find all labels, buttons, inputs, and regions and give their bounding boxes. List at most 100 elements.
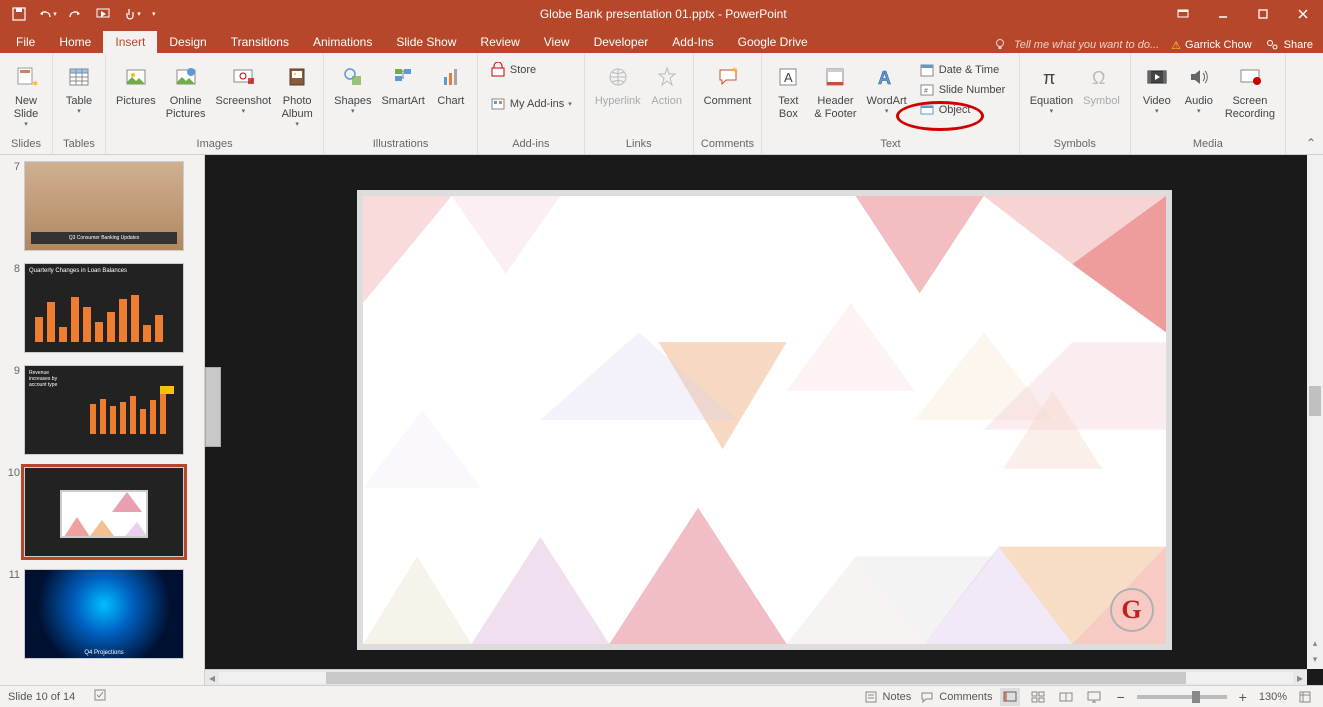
spellcheck-icon[interactable]	[93, 687, 109, 706]
slide-number-button[interactable]: #Slide Number	[915, 81, 1011, 99]
tab-file[interactable]: File	[4, 31, 47, 53]
tab-slideshow[interactable]: Slide Show	[384, 31, 468, 53]
slideshow-view-icon[interactable]	[1084, 688, 1104, 706]
online-pictures-button[interactable]: Online Pictures	[162, 59, 210, 123]
warning-icon: ⚠	[1171, 39, 1181, 52]
tab-view[interactable]: View	[532, 31, 582, 53]
tell-me-placeholder: Tell me what you want to do...	[1014, 39, 1159, 51]
maximize-icon[interactable]	[1243, 0, 1283, 28]
table-button[interactable]: Table▾	[59, 59, 99, 119]
workspace: 7 Q3 Consumer Banking Updates 8 Quarterl…	[0, 155, 1323, 685]
table-icon	[63, 61, 95, 93]
wordart-button[interactable]: AWordArt▾	[863, 59, 911, 119]
zoom-in-button[interactable]: +	[1235, 689, 1251, 705]
tab-review[interactable]: Review	[468, 31, 531, 53]
thumb-vscrollbar[interactable]	[205, 367, 221, 447]
notes-button[interactable]: Notes	[863, 689, 912, 705]
thumbnail-11[interactable]: Q4 Projections	[24, 569, 184, 659]
redo-icon[interactable]	[64, 3, 86, 25]
screenshot-button[interactable]: Screenshot▾	[212, 59, 276, 119]
comment-icon: ✶	[712, 61, 744, 93]
store-icon	[490, 62, 506, 78]
qat-customize-icon[interactable]: ▾	[148, 10, 156, 18]
slide-canvas[interactable]: G ▴▾ ◂▸	[205, 155, 1323, 685]
chart-icon	[435, 61, 467, 93]
close-icon[interactable]	[1283, 0, 1323, 28]
slide-logo: G	[1110, 588, 1154, 632]
statusbar: Slide 10 of 14 Notes Comments − + 130%	[0, 685, 1323, 707]
chart-button[interactable]: Chart	[431, 59, 471, 110]
tab-design[interactable]: Design	[157, 31, 218, 53]
slide-thumbnails[interactable]: 7 Q3 Consumer Banking Updates 8 Quarterl…	[0, 155, 205, 685]
smartart-button[interactable]: SmartArt	[377, 59, 428, 110]
comments-button[interactable]: Comments	[919, 689, 992, 705]
audio-button[interactable]: Audio▾	[1179, 59, 1219, 119]
screen-recording-button[interactable]: Screen Recording	[1221, 59, 1279, 123]
zoom-slider[interactable]	[1137, 695, 1227, 699]
group-illustrations: Shapes▾ SmartArt Chart Illustrations	[324, 53, 478, 154]
tab-developer[interactable]: Developer	[582, 31, 661, 53]
thumbnail-7[interactable]: Q3 Consumer Banking Updates	[24, 161, 184, 251]
slide-number-icon: #	[919, 82, 935, 98]
tab-googledrive[interactable]: Google Drive	[726, 31, 820, 53]
new-slide-button[interactable]: ✶ New Slide▾	[6, 59, 46, 132]
new-slide-icon: ✶	[10, 61, 42, 93]
user-signin[interactable]: ⚠ Garrick Chow	[1171, 39, 1252, 52]
touch-mode-icon[interactable]: ▾	[120, 3, 142, 25]
my-addins-button[interactable]: My Add-ins ▾	[486, 95, 576, 113]
audio-icon	[1183, 61, 1215, 93]
photo-album-button[interactable]: Photo Album▾	[277, 59, 317, 132]
minimize-icon[interactable]	[1203, 0, 1243, 28]
svg-text:A: A	[784, 70, 793, 85]
group-images: Pictures Online Pictures Screenshot▾ Pho…	[106, 53, 324, 154]
current-slide[interactable]: G	[357, 190, 1172, 650]
tab-insert[interactable]: Insert	[103, 31, 157, 53]
action-button: Action	[647, 59, 687, 110]
slide-counter[interactable]: Slide 10 of 14	[8, 691, 75, 703]
ribbon-display-icon[interactable]	[1163, 0, 1203, 28]
save-icon[interactable]	[8, 3, 30, 25]
tell-me-search[interactable]: Tell me what you want to do...	[992, 37, 1159, 53]
fit-to-window-icon[interactable]	[1295, 688, 1315, 706]
date-time-button[interactable]: Date & Time	[915, 61, 1011, 79]
vertical-scrollbar[interactable]: ▴▾	[1307, 155, 1323, 669]
my-addins-icon	[490, 96, 506, 112]
zoom-level[interactable]: 130%	[1259, 691, 1287, 703]
tab-addins[interactable]: Add-Ins	[660, 31, 725, 53]
group-comments: ✶Comment Comments	[694, 53, 763, 154]
pictures-button[interactable]: Pictures	[112, 59, 160, 110]
store-button[interactable]: Store	[486, 61, 576, 79]
thumbnail-10[interactable]	[24, 467, 184, 557]
horizontal-scrollbar[interactable]: ◂▸	[205, 669, 1307, 685]
share-button[interactable]: Share	[1264, 37, 1313, 53]
header-footer-button[interactable]: Header & Footer	[810, 59, 860, 123]
undo-icon[interactable]: ▾	[36, 3, 58, 25]
tab-home[interactable]: Home	[47, 31, 103, 53]
hyperlink-icon	[602, 61, 634, 93]
thumbnail-9[interactable]: Revenue increases by account type	[24, 365, 184, 455]
zoom-out-button[interactable]: −	[1112, 689, 1128, 705]
thumbnail-8[interactable]: Quarterly Changes in Loan Balances	[24, 263, 184, 353]
video-icon	[1141, 61, 1173, 93]
object-button[interactable]: Object	[915, 101, 1011, 119]
group-text: AText Box Header & Footer AWordArt▾ Date…	[762, 53, 1019, 154]
equation-button[interactable]: πEquation▾	[1026, 59, 1077, 119]
symbol-button: ΩSymbol	[1079, 59, 1124, 110]
collapse-ribbon-icon[interactable]: ⌃	[1303, 136, 1319, 152]
comment-button[interactable]: ✶Comment	[700, 59, 756, 110]
shapes-button[interactable]: Shapes▾	[330, 59, 375, 119]
slide-sorter-icon[interactable]	[1028, 688, 1048, 706]
video-button[interactable]: Video▾	[1137, 59, 1177, 119]
reading-view-icon[interactable]	[1056, 688, 1076, 706]
share-icon	[1264, 37, 1280, 53]
textbox-button[interactable]: AText Box	[768, 59, 808, 123]
tab-transitions[interactable]: Transitions	[219, 31, 301, 53]
start-from-beginning-icon[interactable]	[92, 3, 114, 25]
group-symbols: πEquation▾ ΩSymbol Symbols	[1020, 53, 1131, 154]
tab-animations[interactable]: Animations	[301, 31, 384, 53]
group-links: Hyperlink Action Links	[585, 53, 694, 154]
svg-text:✶: ✶	[731, 65, 739, 75]
share-label: Share	[1284, 39, 1313, 51]
hyperlink-button: Hyperlink	[591, 59, 645, 110]
normal-view-icon[interactable]	[1000, 688, 1020, 706]
